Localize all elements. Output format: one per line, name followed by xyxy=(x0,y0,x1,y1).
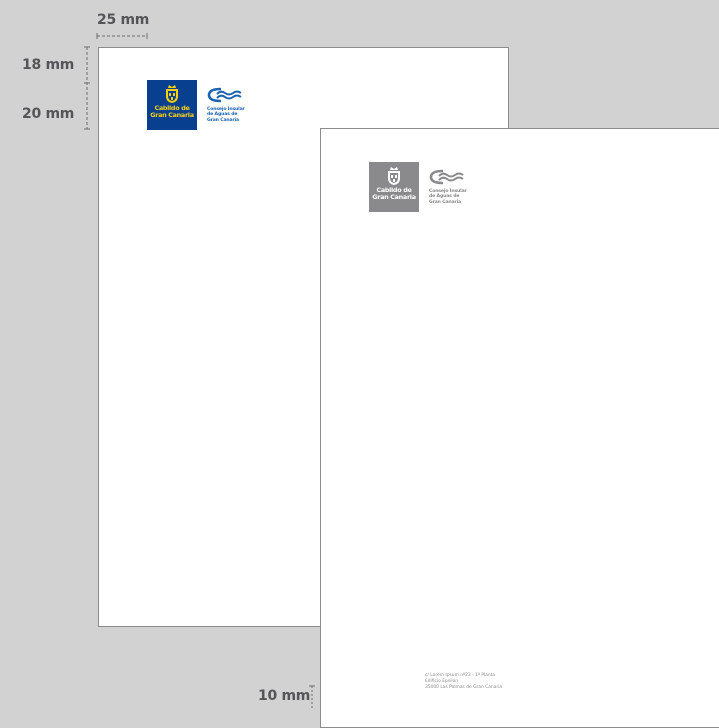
crest-icon xyxy=(388,167,400,185)
dimension-line-horizontal xyxy=(96,33,148,39)
dimension-line-vertical-left xyxy=(84,46,90,130)
consejo-wave-icon xyxy=(429,169,464,185)
dimension-label-top-margin: 25 mm xyxy=(97,12,150,28)
dimension-line-vertical-bottom xyxy=(309,685,315,708)
consejo-logo-text: Consejo Insular de Aguas de Gran Canaria xyxy=(207,107,245,123)
footer-address: c/ Lorem Ipsum nº23 - 1ª Planta Edificio… xyxy=(425,673,502,692)
dimension-label-header-top: 18 mm xyxy=(22,57,75,73)
cabildo-logo-line2: Gran Canaria xyxy=(150,111,194,119)
letterhead-sheet-gray: Cabildo de Gran Canaria Consejo Insular … xyxy=(320,128,719,728)
address-line3: 35000 Las Palmas de Gran Canaria xyxy=(425,685,503,691)
crest-icon xyxy=(166,85,178,103)
consejo-logo-line3: Gran Canaria xyxy=(207,117,239,123)
consejo-wave-icon xyxy=(207,87,242,103)
consejo-logo-text: Consejo Insular de Aguas de Gran Canaria xyxy=(429,189,467,205)
dimension-label-bottom-margin: 10 mm xyxy=(258,688,311,704)
cabildo-logo-line2: Gran Canaria xyxy=(372,193,416,201)
dimension-label-logo-height: 20 mm xyxy=(22,106,75,122)
cabildo-logo-gray: Cabildo de Gran Canaria xyxy=(369,162,419,212)
cabildo-logo: Cabildo de Gran Canaria xyxy=(147,80,197,130)
consejo-logo-line3: Gran Canaria xyxy=(429,199,461,205)
